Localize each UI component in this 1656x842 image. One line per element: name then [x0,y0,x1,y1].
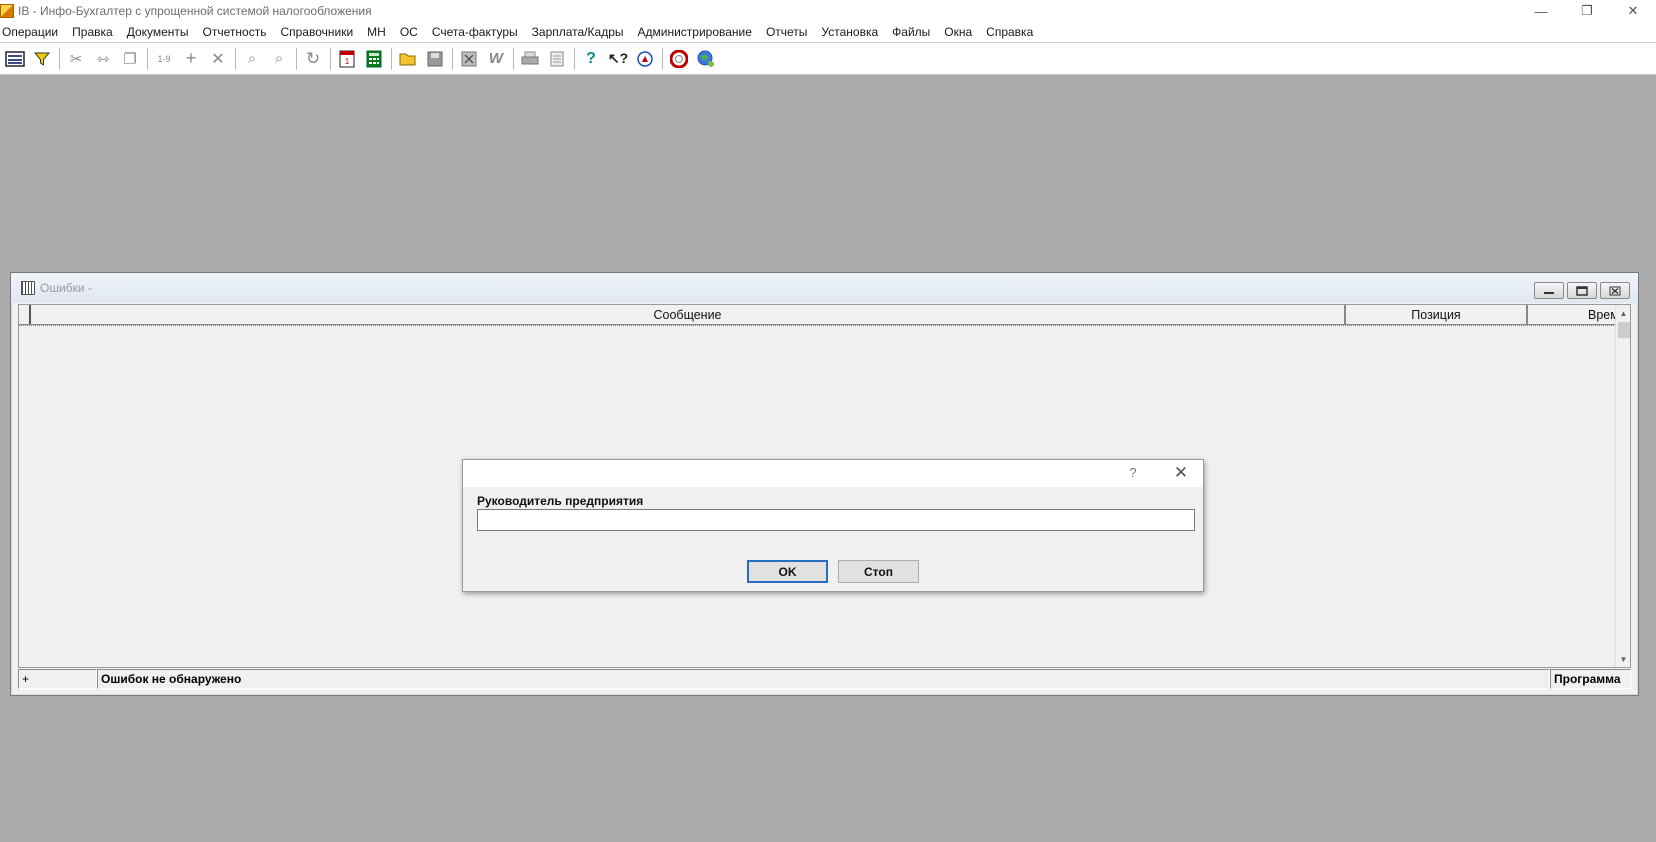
menu-operations[interactable]: Операции [0,25,65,39]
web-icon[interactable] [694,47,718,71]
move-icon[interactable]: ⇿ [91,47,115,71]
print-icon[interactable] [518,47,542,71]
restore-button[interactable]: ❐ [1564,0,1610,22]
errors-window-titlebar[interactable]: Ошибки - [11,273,1638,303]
menu-invoices[interactable]: Счета-фактуры [425,25,525,39]
menu-reports[interactable]: Отчеты [759,25,814,39]
toolbar-separator [330,47,331,70]
director-field-label: Руководитель предприятия [477,494,644,508]
toolbar-separator [296,47,297,70]
add-icon[interactable]: + [179,47,203,71]
menu-reporting[interactable]: Отчетность [196,25,274,39]
keyboard-icon[interactable] [3,47,27,71]
mdi-close-button[interactable] [1600,282,1630,299]
calendar-icon[interactable]: 1 [335,47,359,71]
toolbar-separator [147,47,148,70]
delete-icon[interactable]: ✕ [206,47,230,71]
menu-setup[interactable]: Установка [814,25,885,39]
status-source: Программа [1550,669,1631,689]
director-input[interactable] [477,509,1195,531]
menu-help[interactable]: Справка [979,25,1040,39]
minimize-button[interactable]: — [1518,0,1564,22]
column-header-time[interactable]: Время [1528,305,1616,324]
column-header-message[interactable]: Сообщение [31,305,1346,324]
calculator-icon[interactable] [362,47,386,71]
toolbar-separator [391,47,392,70]
errors-window-title: Ошибки - [40,281,92,295]
column-header-position[interactable]: Позиция [1346,305,1528,324]
app-titlebar: IB - Инфо-Бухгалтер с упрощенной системо… [0,0,1656,22]
context-help-icon[interactable]: ↖? [606,47,630,71]
mdi-maximize-button[interactable] [1567,282,1597,299]
window-controls: — ❐ ✕ [1518,0,1656,22]
director-dialog: ? ✕ Руководитель предприятия OK Стоп [462,459,1204,592]
errors-statusbar: + Ошибок не обнаружено Программа [18,669,1631,689]
save-icon[interactable] [423,47,447,71]
scroll-down-arrow-icon[interactable]: ▼ [1616,651,1631,667]
cut-icon[interactable]: ✂ [64,47,88,71]
toolbar-separator [452,47,453,70]
row-selector-header [19,305,31,324]
help-icon[interactable]: ? [579,47,603,71]
app-logo-icon [0,4,14,18]
toolbar-separator [662,47,663,70]
menu-files[interactable]: Файлы [885,25,937,39]
menu-payroll[interactable]: Зарплата/Кадры [525,25,631,39]
menu-references[interactable]: Справочники [273,25,360,39]
svg-text:1: 1 [345,57,350,66]
ok-button[interactable]: OK [747,560,828,583]
stop-button[interactable]: Стоп [838,560,919,583]
menu-edit[interactable]: Правка [65,25,120,39]
status-plus: + [18,669,97,689]
toolbar-separator [235,47,236,70]
navigator-icon[interactable] [633,47,657,71]
dialog-help-icon[interactable]: ? [1125,465,1141,481]
errors-window-controls [1531,282,1630,299]
excel-icon[interactable] [457,47,481,71]
table-icon [21,281,35,295]
grid-row-divider [19,325,1616,326]
dialog-titlebar[interactable]: ? ✕ [463,460,1203,487]
app-title: IB - Инфо-Бухгалтер с упрощенной системо… [18,4,372,18]
scroll-thumb[interactable] [1618,322,1630,338]
search-icon[interactable]: ⌕ [240,47,264,71]
toolbar-separator [574,47,575,70]
close-button[interactable]: ✕ [1610,0,1656,22]
dialog-close-icon[interactable]: ✕ [1171,463,1191,483]
toolbar-separator [513,47,514,70]
vertical-scrollbar[interactable]: ▲ ▼ [1615,305,1630,667]
refresh-icon[interactable]: ↻ [301,47,325,71]
preview-icon[interactable] [545,47,569,71]
menu-os[interactable]: ОС [393,25,425,39]
toolbar: ✂ ⇿ ❐ 1-9 + ✕ ⌕ ⌕ ↻ 1 W ? ↖? [0,42,1656,75]
menu-bar: Операции Правка Документы Отчетность Спр… [0,22,1656,42]
menu-documents[interactable]: Документы [120,25,196,39]
sort-numbers-icon[interactable]: 1-9 [152,47,176,71]
toolbar-separator [59,47,60,70]
copy-icon[interactable]: ❐ [118,47,142,71]
word-icon[interactable]: W [484,47,508,71]
filter-icon[interactable] [30,47,54,71]
scroll-up-arrow-icon[interactable]: ▲ [1616,305,1631,321]
search-replace-icon[interactable]: ⌕ [267,47,291,71]
mdi-minimize-button[interactable] [1534,282,1564,299]
grid-header: Сообщение Позиция Время [19,305,1616,325]
menu-mn[interactable]: МН [360,25,393,39]
open-folder-icon[interactable] [396,47,420,71]
status-message: Ошибок не обнаружено [97,669,1550,689]
menu-administration[interactable]: Администрирование [631,25,759,39]
menu-windows[interactable]: Окна [937,25,979,39]
support-icon[interactable] [667,47,691,71]
